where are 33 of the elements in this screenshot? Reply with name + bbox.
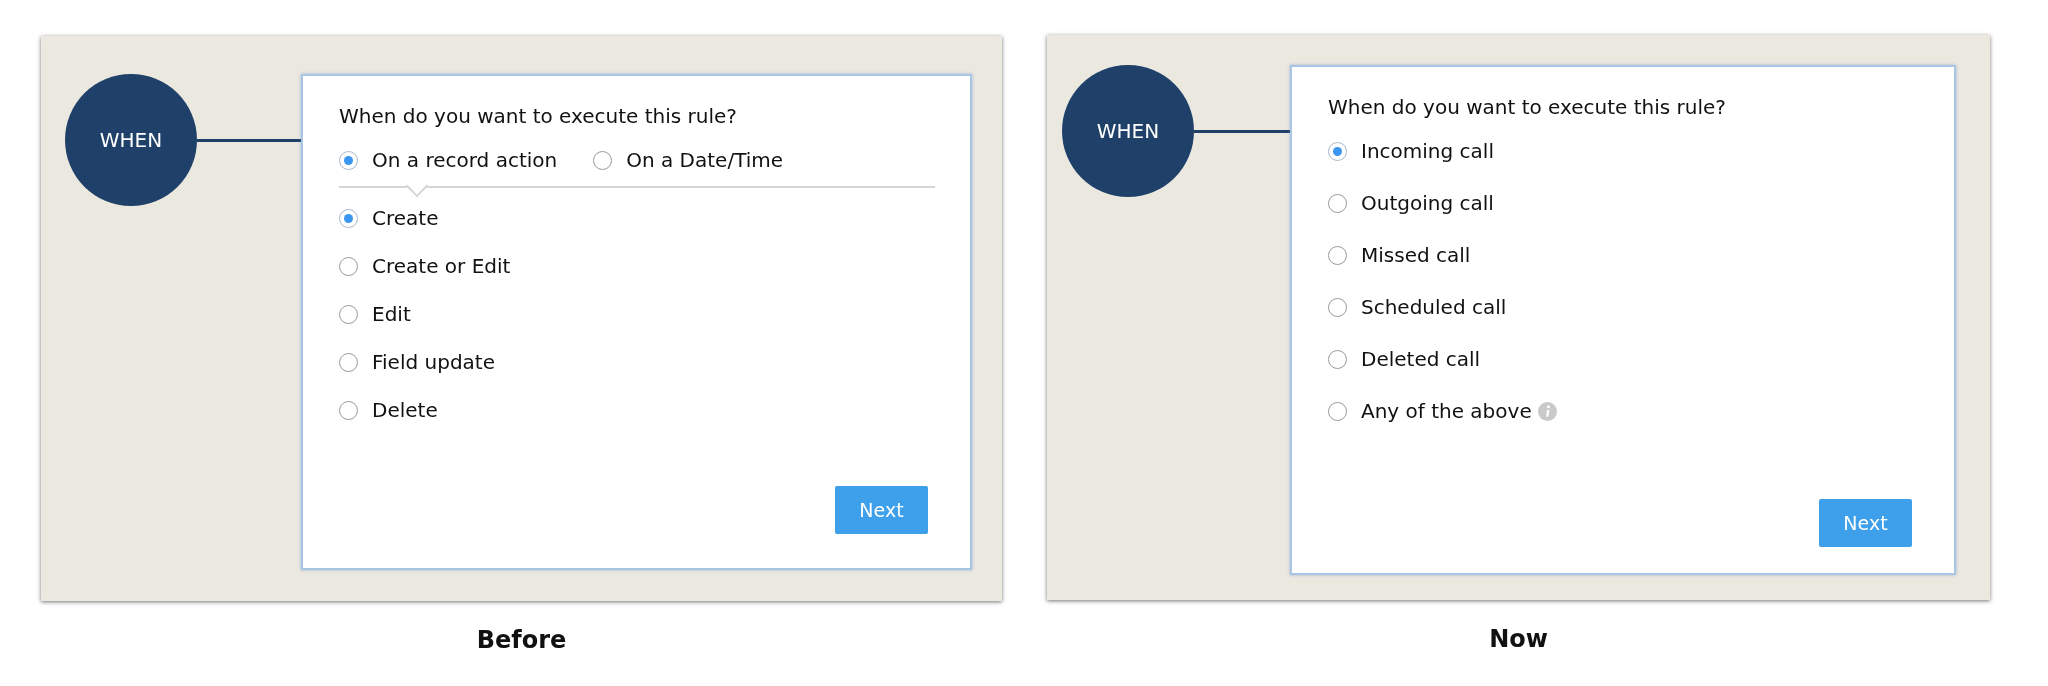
radio-option[interactable]: Create — [339, 204, 439, 232]
radio-option[interactable]: Deleted call — [1328, 345, 1481, 373]
radio-option[interactable]: Field update — [339, 348, 495, 376]
step-circle: WHEN — [65, 74, 197, 206]
radio-button[interactable] — [339, 304, 358, 324]
radio-button[interactable] — [1328, 193, 1347, 213]
radio-button[interactable] — [1328, 245, 1347, 265]
radio-option[interactable]: Create or Edit — [339, 252, 511, 280]
radio-option[interactable]: Edit — [339, 300, 411, 328]
radio-option[interactable]: Scheduled call — [1328, 293, 1507, 321]
step-circle: WHEN — [1062, 65, 1194, 197]
radio-option[interactable]: Outgoing call — [1328, 189, 1494, 217]
radio-button[interactable] — [1328, 349, 1347, 369]
question-text: When do you want to execute this rule? — [1328, 95, 1727, 119]
radio-option[interactable]: Any of the above — [1328, 397, 1557, 425]
radio-button[interactable] — [339, 400, 358, 420]
radio-option[interactable]: Missed call — [1328, 241, 1471, 269]
radio-option[interactable]: Incoming call — [1328, 137, 1494, 165]
radio-button[interactable] — [593, 150, 613, 170]
radio-button[interactable] — [339, 208, 358, 228]
info-icon[interactable] — [1537, 401, 1557, 421]
mode-option[interactable]: On a Date/Time — [593, 146, 784, 174]
radio-button[interactable] — [1328, 297, 1347, 317]
caption: Now — [1489, 625, 1548, 653]
radio-button[interactable] — [339, 352, 358, 372]
radio-button[interactable] — [339, 150, 358, 170]
question-text: When do you want to execute this rule? — [339, 104, 738, 128]
caption: Before — [476, 626, 567, 654]
radio-button[interactable] — [339, 256, 358, 276]
radio-button[interactable] — [1328, 141, 1347, 161]
radio-button[interactable] — [1328, 401, 1347, 421]
radio-option[interactable]: Delete — [339, 396, 438, 424]
mode-option[interactable]: On a record action — [339, 146, 558, 174]
